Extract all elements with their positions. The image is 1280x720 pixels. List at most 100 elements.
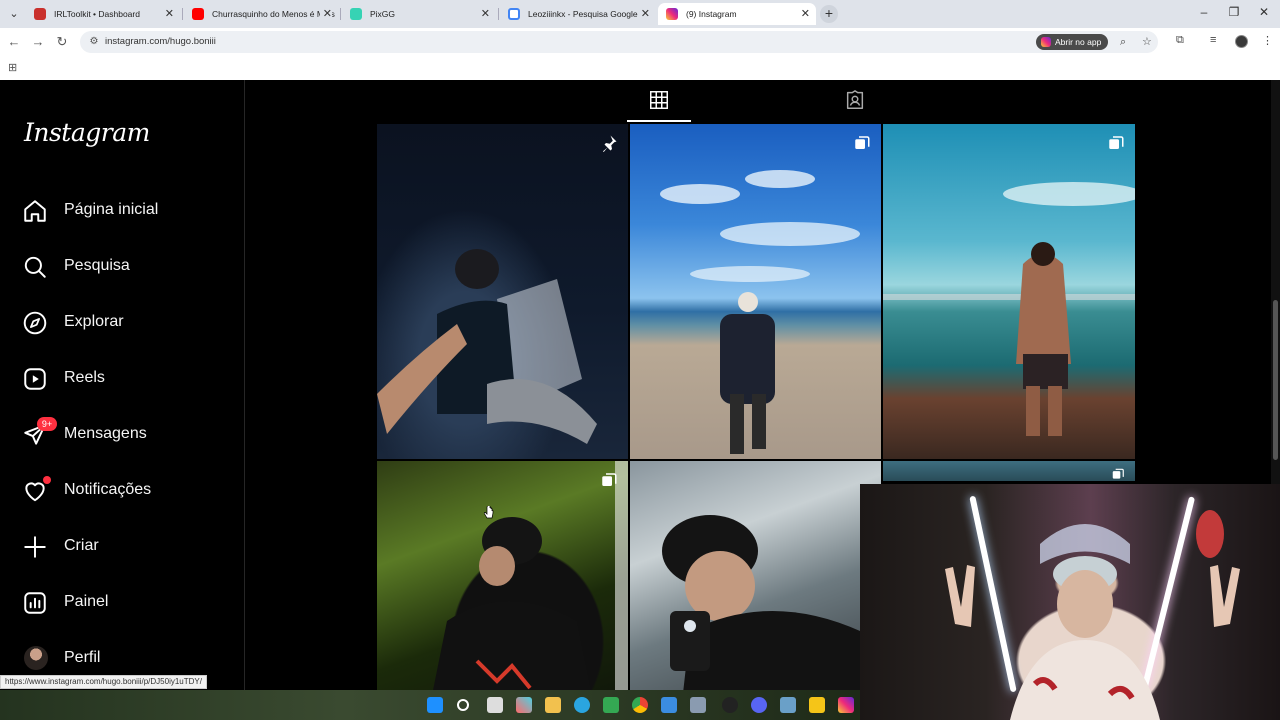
carousel-icon xyxy=(1109,136,1124,149)
minimize-icon[interactable]: – xyxy=(1196,5,1212,19)
close-icon[interactable]: ✕ xyxy=(641,3,650,25)
calculator-icon[interactable] xyxy=(690,697,706,713)
instagram-favicon-icon xyxy=(666,8,678,20)
profile-tabs xyxy=(377,80,1135,122)
warning-icon[interactable] xyxy=(809,697,825,713)
nav-profile[interactable]: Perfil xyxy=(22,640,232,676)
nav-label: Página inicial xyxy=(64,201,159,218)
post-thumbnail[interactable] xyxy=(630,461,881,720)
profile-avatar-icon[interactable] xyxy=(1235,35,1248,48)
post-thumbnail[interactable] xyxy=(630,124,881,459)
app-icon[interactable] xyxy=(661,697,677,713)
tab-title: IRLToolkit • Dashboard xyxy=(54,9,140,19)
google-favicon-icon xyxy=(508,8,520,20)
dashboard-icon xyxy=(24,592,46,614)
nav-create[interactable]: Criar xyxy=(22,528,232,564)
close-icon[interactable]: ✕ xyxy=(801,3,810,25)
search-icon xyxy=(24,256,46,278)
post-image xyxy=(427,461,628,720)
windows-start-icon[interactable] xyxy=(427,697,443,713)
windows-taskbar xyxy=(0,690,860,720)
site-info-icon[interactable]: ⚙ xyxy=(88,36,100,48)
webcam-overlay xyxy=(860,484,1280,720)
widgets-icon[interactable] xyxy=(516,697,532,713)
tagged-icon xyxy=(846,90,864,109)
nav-messages[interactable]: 9+ Mensagens xyxy=(22,416,232,452)
media-control-icon[interactable]: ≡ xyxy=(1210,34,1216,46)
tab-title: (9) Instagram xyxy=(686,9,737,19)
reels-icon xyxy=(24,368,46,390)
tab-tagged[interactable] xyxy=(823,80,887,122)
task-view-icon[interactable] xyxy=(487,697,503,713)
close-icon[interactable]: ✕ xyxy=(165,3,174,25)
nav-dashboard[interactable]: Painel xyxy=(22,584,232,620)
streamer-image xyxy=(945,510,1240,720)
nav-label: Criar xyxy=(64,537,99,554)
youtube-favicon-icon xyxy=(192,8,204,20)
nav-notifications[interactable]: Notificações xyxy=(22,472,232,508)
close-icon[interactable]: ✕ xyxy=(319,3,332,25)
new-tab-button[interactable]: + xyxy=(820,5,838,23)
tab-strip: ⌄ IRLToolkit • Dashboard ✕ Churrasquinho… xyxy=(0,0,1280,28)
post-image xyxy=(660,170,860,454)
post-thumbnail[interactable] xyxy=(377,461,628,720)
tab-pixgg[interactable]: PixGG ✕ xyxy=(342,3,496,25)
app-icon[interactable] xyxy=(722,697,738,713)
tab-posts-grid[interactable] xyxy=(627,80,691,122)
home-icon xyxy=(24,200,46,222)
scrollbar-thumb[interactable] xyxy=(1273,300,1278,460)
forward-icon[interactable]: → xyxy=(30,34,46,50)
reload-icon[interactable]: ↻ xyxy=(54,34,70,50)
app-icon[interactable] xyxy=(780,697,796,713)
post-image xyxy=(662,515,880,720)
tab-search-chevron-icon[interactable]: ⌄ xyxy=(6,6,22,22)
bookmark-star-icon[interactable]: ☆ xyxy=(1142,34,1152,50)
nav-search[interactable]: Pesquisa xyxy=(22,248,232,284)
discord-icon[interactable] xyxy=(751,697,767,713)
hand-cursor-icon xyxy=(484,506,494,519)
nav-explore[interactable]: Explorar xyxy=(22,304,232,340)
carousel-icon xyxy=(602,473,617,486)
pin-icon xyxy=(603,135,617,152)
open-in-app-label: Abrir no app xyxy=(1055,37,1102,47)
app-icon[interactable] xyxy=(603,697,619,713)
zoom-icon[interactable]: ⌕ xyxy=(1120,34,1126,50)
tab-title: Leoziiinkx - Pesquisa Google xyxy=(528,9,638,19)
tab-instagram[interactable]: (9) Instagram ✕ xyxy=(658,3,816,25)
plus-icon xyxy=(24,536,46,558)
carousel-icon xyxy=(855,136,870,149)
more-menu-icon[interactable]: ⋮ xyxy=(1262,34,1273,47)
tab-irltoolkit[interactable]: IRLToolkit • Dashboard ✕ xyxy=(26,3,180,25)
nav-home[interactable]: Página inicial xyxy=(22,192,232,228)
close-icon[interactable]: ✕ xyxy=(481,3,490,25)
chrome-icon[interactable] xyxy=(632,697,648,713)
tab-youtube[interactable]: Churrasquinho do Menos é Mais ✕ xyxy=(184,3,338,25)
instagram-logo[interactable]: Instagram xyxy=(24,118,150,147)
nav-label: Painel xyxy=(64,593,109,610)
search-icon[interactable] xyxy=(457,699,469,711)
address-bar[interactable]: ⚙ instagram.com/hugo.boniii Abrir no app… xyxy=(80,31,1158,53)
bookmark-bar: ⊞ xyxy=(0,56,1280,80)
tab-title: PixGG xyxy=(370,9,396,19)
tab-google[interactable]: Leoziiinkx - Pesquisa Google ✕ xyxy=(500,3,656,25)
apps-grid-icon[interactable]: ⊞ xyxy=(8,61,17,74)
back-icon[interactable]: ← xyxy=(6,34,22,50)
extensions-icon[interactable]: ⧉ xyxy=(1176,34,1184,47)
nav-reels[interactable]: Reels xyxy=(22,360,232,396)
post-image xyxy=(377,249,597,444)
post-thumbnail[interactable] xyxy=(883,461,1135,481)
close-window-icon[interactable]: ✕ xyxy=(1256,5,1272,19)
edge-icon[interactable] xyxy=(574,697,590,713)
link-status-bubble: https://www.instagram.com/hugo.boniii/p/… xyxy=(0,675,207,689)
post-thumbnail[interactable] xyxy=(883,124,1135,459)
restore-icon[interactable]: ❐ xyxy=(1226,5,1242,19)
grid-icon xyxy=(650,91,668,109)
nav-label: Pesquisa xyxy=(64,257,130,274)
post-thumbnail[interactable] xyxy=(377,124,628,459)
carousel-icon xyxy=(1112,468,1124,479)
file-explorer-icon[interactable] xyxy=(545,697,561,713)
url-text[interactable]: instagram.com/hugo.boniii xyxy=(105,31,216,53)
instagram-icon[interactable] xyxy=(838,697,854,713)
open-in-app-button[interactable]: Abrir no app xyxy=(1036,34,1109,50)
instagram-icon xyxy=(1041,37,1051,47)
